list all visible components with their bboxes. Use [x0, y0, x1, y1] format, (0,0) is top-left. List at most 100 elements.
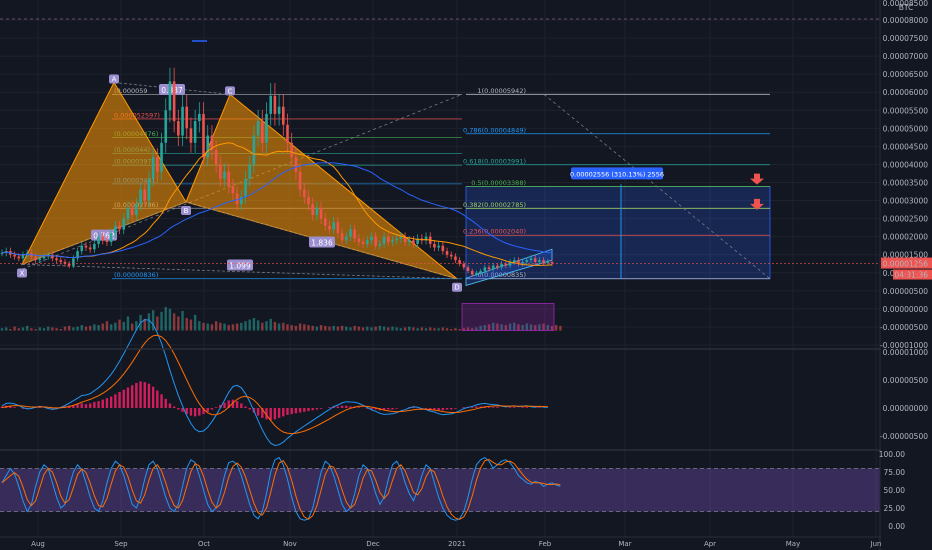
price-tick-label: 0.00005000: [883, 124, 929, 133]
volume-bar: [403, 327, 407, 331]
time-tick-label: Dec: [366, 540, 380, 548]
pattern-point-label: D: [454, 284, 459, 292]
candle-body: [365, 240, 369, 244]
macd-histogram-bar: [168, 403, 172, 408]
volume-bar: [315, 326, 319, 331]
volume-bar: [231, 324, 235, 331]
candle-body: [21, 254, 25, 259]
volume-bar: [177, 316, 180, 331]
candle-body: [328, 225, 331, 230]
candle-body: [269, 95, 273, 114]
candle-body: [13, 254, 16, 257]
macd-histogram-bar: [437, 408, 440, 411]
candle-body: [298, 171, 302, 190]
candle-body: [374, 236, 377, 246]
volume-bar: [345, 326, 348, 331]
volume-bar: [554, 325, 558, 331]
macd-histogram-bar: [391, 408, 394, 410]
candle-body: [399, 236, 403, 239]
volume-bar: [51, 327, 54, 331]
time-axis[interactable]: Aug Sep Oct Nov Dec 2021 Feb Mar Apr May Jun: [31, 540, 881, 548]
candle-body: [118, 225, 121, 230]
macd-histogram-bar: [256, 408, 260, 416]
candle-body: [252, 135, 256, 165]
volume-bar: [88, 325, 92, 331]
volume-bar: [181, 310, 184, 331]
candle-body: [88, 247, 92, 250]
macd-histogram-bar: [156, 390, 159, 408]
candle-body: [487, 267, 491, 270]
volume-bar: [80, 325, 83, 331]
macd-histogram-bar: [126, 387, 130, 408]
candle-body: [319, 207, 323, 219]
macd-histogram-bar: [240, 403, 243, 408]
time-tick-label: Sep: [114, 540, 128, 548]
volume-bar: [93, 324, 96, 331]
candle-body: [407, 240, 411, 243]
candle-body: [177, 121, 180, 136]
macd-histogram-bar: [492, 407, 495, 408]
macd-histogram-bar: [450, 408, 453, 410]
fib-right-label: 0.382(0.00002785): [463, 201, 526, 209]
macd-histogram-bar: [198, 408, 201, 416]
volume-bar: [412, 327, 415, 331]
volume-bar: [160, 311, 163, 331]
candle-body: [235, 193, 239, 205]
volume-bar: [387, 327, 390, 331]
time-tick-label: Nov: [283, 540, 297, 548]
volume-bar: [361, 327, 365, 331]
fib-right-label: 0.618(0.00003991): [463, 157, 526, 165]
price-tick-label: 0.00003000: [883, 197, 929, 206]
candle-body: [231, 186, 235, 194]
macd-histogram-bar: [328, 407, 331, 408]
candle-body: [84, 245, 88, 248]
stoch-tick-label: 50.00: [884, 486, 906, 495]
volume-bar: [307, 325, 310, 331]
candle-body: [219, 164, 222, 179]
candle-body: [42, 256, 46, 259]
candle-body: [336, 222, 340, 234]
candle-body: [286, 124, 289, 143]
volume-bar: [353, 325, 356, 331]
volume-bar: [223, 323, 226, 331]
volume-bar: [72, 327, 75, 331]
volume-bar: [156, 316, 159, 331]
candle-body: [496, 265, 499, 268]
macd-histogram-bar: [13, 407, 16, 408]
macd-tick-label: -0.00000500: [880, 432, 928, 441]
volume-bar: [290, 325, 293, 331]
stoch-tick-label: 0.00: [888, 522, 905, 531]
volume-bar: [4, 327, 8, 331]
candle-body: [143, 189, 147, 201]
candle-body: [382, 236, 386, 244]
candle-body: [454, 256, 457, 261]
candle-body: [139, 189, 142, 205]
macd-histogram-bar: [538, 407, 541, 408]
volume-bar: [340, 325, 344, 331]
volume-bar: [84, 326, 88, 331]
price-tick-label: -0.00000500: [880, 323, 928, 332]
volume-bar: [244, 321, 247, 331]
candle-body: [504, 263, 508, 266]
macd-histogram-bar: [345, 405, 348, 408]
harmonic-pattern[interactable]: XABCD0.8870.7621.8361.099: [17, 74, 462, 292]
volume-bar: [408, 326, 411, 331]
candle-body: [441, 245, 445, 252]
candle-body: [227, 171, 231, 187]
macd-histogram-bar: [395, 408, 398, 409]
volume-bar: [319, 325, 323, 331]
macd-histogram-bar: [311, 408, 314, 411]
volume-bar: [374, 326, 377, 331]
candle-body: [391, 240, 394, 243]
price-tick-label: 0.00006500: [883, 70, 929, 79]
volume-bar: [256, 320, 260, 331]
candle-body: [93, 243, 96, 250]
candle-body: [67, 263, 71, 266]
volume-bar: [227, 325, 230, 331]
chart[interactable]: (0.0000590.000052597)(0.00004476)(0.0000…: [0, 0, 932, 550]
macd-histogram-bar: [193, 408, 197, 417]
volume-bar: [277, 323, 281, 331]
volume-bar: [214, 321, 218, 331]
volume-bar: [441, 327, 445, 331]
candle-body: [370, 236, 373, 241]
